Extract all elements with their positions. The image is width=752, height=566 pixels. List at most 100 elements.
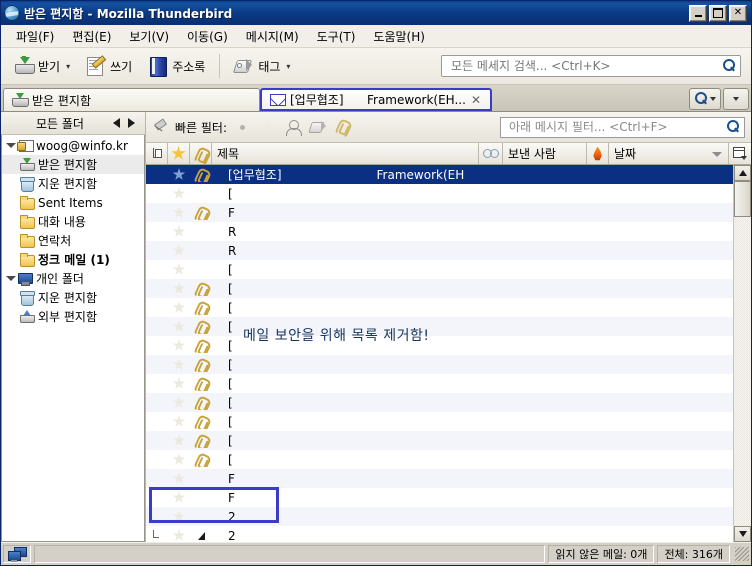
folder-item-outbox[interactable]: 외부 편지함 (2, 307, 144, 326)
folder-item-inbox[interactable]: 받은 편지함 (2, 155, 144, 174)
nav-forward-icon[interactable] (128, 118, 135, 128)
table-row-threaded[interactable]: 2 (146, 526, 733, 542)
message-list[interactable]: [업무협조] Framework(EH [ F R R [[[[[[… (146, 165, 733, 542)
table-row[interactable]: F (146, 469, 733, 488)
tab-inbox[interactable]: 받은 편지함 (3, 88, 260, 111)
star-icon[interactable] (172, 320, 186, 332)
tag-dropdown-icon[interactable]: ▾ (286, 62, 290, 71)
nav-back-icon[interactable] (113, 118, 120, 128)
table-row[interactable]: [ (146, 374, 733, 393)
network-status-cell[interactable] (3, 545, 31, 563)
write-button[interactable]: 쓰기 (79, 51, 139, 81)
table-row[interactable]: 2 (146, 507, 733, 526)
folder-item-trash[interactable]: 지운 편지함 (2, 174, 144, 193)
filter-tag-button[interactable] (308, 118, 327, 136)
list-all-tabs-button[interactable] (723, 88, 749, 110)
star-icon[interactable] (172, 244, 186, 256)
column-header-thread[interactable] (146, 143, 168, 164)
menu-view[interactable]: 보기(V) (120, 26, 178, 47)
row-star-cell[interactable] (168, 301, 190, 314)
star-icon[interactable] (172, 415, 186, 427)
tag-button[interactable]: 태그 ▾ (227, 51, 297, 81)
table-row[interactable]: [ (146, 393, 733, 412)
table-row[interactable]: [업무협조] Framework(EH (146, 165, 733, 184)
resize-grip[interactable] (735, 547, 749, 561)
tab-search-button[interactable] (689, 88, 721, 110)
table-row[interactable]: [ (146, 184, 733, 203)
table-row[interactable]: R (146, 222, 733, 241)
star-icon[interactable] (172, 529, 186, 541)
star-icon[interactable] (172, 491, 186, 503)
column-header-read[interactable] (479, 143, 503, 164)
folder-item-sent[interactable]: Sent Items (2, 193, 144, 212)
filter-attachment-button[interactable] (334, 118, 354, 139)
table-row[interactable]: [ (146, 298, 733, 317)
row-star-cell[interactable] (168, 168, 190, 181)
row-star-cell[interactable] (168, 339, 190, 352)
row-star-cell[interactable] (168, 263, 190, 276)
row-star-cell[interactable] (168, 491, 190, 504)
column-header-junk[interactable] (587, 143, 609, 164)
star-icon[interactable] (172, 358, 186, 370)
pin-icon[interactable] (152, 119, 168, 135)
table-row[interactable]: F (146, 203, 733, 222)
row-star-cell[interactable] (168, 225, 190, 238)
table-row[interactable]: [ (146, 412, 733, 431)
folder-item-local-trash[interactable]: 지운 편지함 (2, 288, 144, 307)
filter-unread-button[interactable] (234, 118, 252, 136)
table-row[interactable]: [ (146, 450, 733, 469)
star-icon[interactable] (172, 206, 186, 218)
row-star-cell[interactable] (168, 187, 190, 200)
folder-tree[interactable]: woog@winfo.kr 받은 편지함 지운 편지함 Sent Items 대 (1, 135, 145, 542)
menu-file[interactable]: 파일(F) (7, 26, 63, 47)
star-icon[interactable] (172, 187, 186, 199)
row-star-cell[interactable] (168, 396, 190, 409)
menu-message[interactable]: 메시지(M) (237, 26, 308, 47)
folder-item-local-folders[interactable]: 개인 폴더 (2, 269, 144, 288)
star-icon[interactable] (172, 225, 186, 237)
menu-help[interactable]: 도움말(H) (364, 26, 434, 47)
scrollbar-track[interactable] (734, 217, 751, 526)
row-star-cell[interactable] (168, 320, 190, 333)
star-icon[interactable] (172, 453, 186, 465)
menu-tools[interactable]: 도구(T) (308, 26, 365, 47)
star-icon[interactable] (172, 510, 186, 522)
column-picker-button[interactable] (729, 143, 751, 164)
row-star-cell[interactable] (168, 244, 190, 257)
row-star-cell[interactable] (168, 453, 190, 466)
table-row[interactable]: [ (146, 336, 733, 355)
global-search-input[interactable] (449, 58, 722, 74)
table-row[interactable]: R (146, 241, 733, 260)
row-star-cell[interactable] (168, 206, 190, 219)
row-star-cell[interactable] (168, 510, 190, 523)
folder-item-account[interactable]: woog@winfo.kr (2, 136, 144, 155)
row-star-cell[interactable] (168, 529, 190, 542)
star-icon[interactable] (172, 472, 186, 484)
table-row[interactable]: [ (146, 260, 733, 279)
global-search-box[interactable] (441, 55, 741, 77)
star-icon[interactable] (172, 282, 186, 294)
star-icon[interactable] (172, 339, 186, 351)
table-row[interactable]: [ (146, 431, 733, 450)
filter-contact-button[interactable] (284, 118, 303, 136)
folder-item-conversations[interactable]: 대화 내용 (2, 212, 144, 231)
row-twisty-cell[interactable] (190, 531, 212, 540)
row-star-cell[interactable] (168, 434, 190, 447)
star-icon[interactable] (172, 377, 186, 389)
column-header-star[interactable] (168, 143, 190, 164)
scroll-down-button[interactable] (734, 526, 751, 542)
get-mail-button[interactable]: 받기 ▾ (7, 51, 77, 81)
column-header-attachment[interactable] (190, 143, 212, 164)
twisty-icon[interactable] (5, 274, 16, 283)
column-header-date[interactable]: 날짜 (609, 143, 729, 164)
menu-go[interactable]: 이동(G) (178, 26, 237, 47)
get-mail-dropdown-icon[interactable]: ▾ (66, 62, 70, 71)
thread-twisty-icon[interactable] (197, 531, 205, 540)
scroll-up-button[interactable] (734, 165, 751, 181)
filter-starred-button[interactable] (259, 118, 277, 136)
minimize-button[interactable] (689, 4, 707, 22)
quick-filter-search-box[interactable] (500, 116, 745, 138)
menu-edit[interactable]: 편집(E) (63, 26, 120, 47)
row-star-cell[interactable] (168, 472, 190, 485)
column-header-subject[interactable]: 제목 (212, 143, 479, 164)
